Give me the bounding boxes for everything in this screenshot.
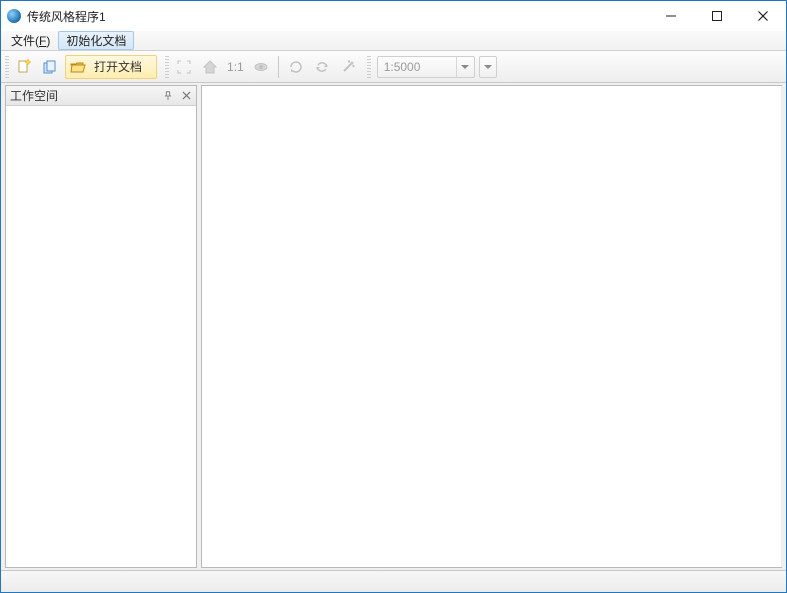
eye-icon [253, 59, 269, 75]
copy-document-icon [42, 59, 58, 75]
toolbar-grip[interactable] [5, 56, 9, 78]
toolbar: 打开文档 1:1 [1, 51, 786, 83]
chevron-down-icon [484, 65, 492, 69]
vertical-scrollbar[interactable] [781, 86, 784, 567]
minimize-icon [665, 10, 677, 22]
app-window: 传统风格程序1 文件(F) 初始化文档 [0, 0, 787, 593]
window-title: 传统风格程序1 [27, 8, 106, 25]
toolbar-overflow-button[interactable] [479, 56, 497, 78]
open-document-label: 打开文档 [94, 58, 142, 75]
body-area: 工作空间 [1, 83, 786, 570]
statusbar [1, 570, 786, 592]
folder-open-icon [70, 59, 86, 75]
app-icon [7, 9, 21, 23]
ratio-1-1-button[interactable]: 1:1 [223, 60, 248, 74]
workspace-panel-header: 工作空间 [6, 86, 196, 106]
refresh-icon [288, 59, 304, 75]
titlebar: 传统风格程序1 [1, 1, 786, 31]
toolbar-grip-2[interactable] [165, 56, 169, 78]
home-button[interactable] [198, 55, 222, 79]
fit-extent-button[interactable] [172, 55, 196, 79]
menubar: 文件(F) 初始化文档 [1, 31, 786, 51]
sync-icon [314, 59, 330, 75]
magic-wand-button[interactable] [336, 55, 360, 79]
panel-pin-button[interactable] [160, 88, 176, 104]
eye-toggle-button[interactable] [249, 55, 273, 79]
workspace-tree[interactable] [6, 106, 196, 567]
scale-value: 1:5000 [378, 57, 456, 77]
minimize-button[interactable] [648, 1, 694, 31]
menu-init-document-label: 初始化文档 [66, 32, 126, 49]
close-icon [182, 91, 191, 100]
new-document-icon [16, 59, 32, 75]
menu-init-document[interactable]: 初始化文档 [58, 31, 134, 50]
toolbar-grip-3[interactable] [367, 56, 371, 78]
pin-icon [163, 91, 173, 101]
refresh-button[interactable] [284, 55, 308, 79]
workspace-panel: 工作空间 [5, 85, 197, 568]
new-document-button[interactable] [12, 55, 36, 79]
maximize-button[interactable] [694, 1, 740, 31]
toolbar-separator [278, 56, 279, 78]
home-icon [202, 59, 218, 75]
workspace-panel-title: 工作空间 [10, 87, 158, 104]
scale-combo-arrow[interactable] [456, 57, 474, 77]
fit-extent-icon [176, 59, 192, 75]
chevron-down-icon [461, 65, 469, 69]
menu-file[interactable]: 文件(F) [3, 31, 58, 50]
copy-document-button[interactable] [38, 55, 62, 79]
map-canvas[interactable] [201, 85, 782, 568]
magic-wand-icon [340, 59, 356, 75]
sync-button[interactable] [310, 55, 334, 79]
close-button[interactable] [740, 1, 786, 31]
maximize-icon [711, 10, 723, 22]
scale-combo[interactable]: 1:5000 [377, 56, 475, 78]
menu-file-accel: F [39, 34, 46, 48]
window-controls [648, 1, 786, 31]
menu-file-label: 文件 [11, 32, 35, 49]
close-icon [757, 10, 769, 22]
panel-close-button[interactable] [178, 88, 194, 104]
open-document-button[interactable]: 打开文档 [65, 55, 157, 79]
